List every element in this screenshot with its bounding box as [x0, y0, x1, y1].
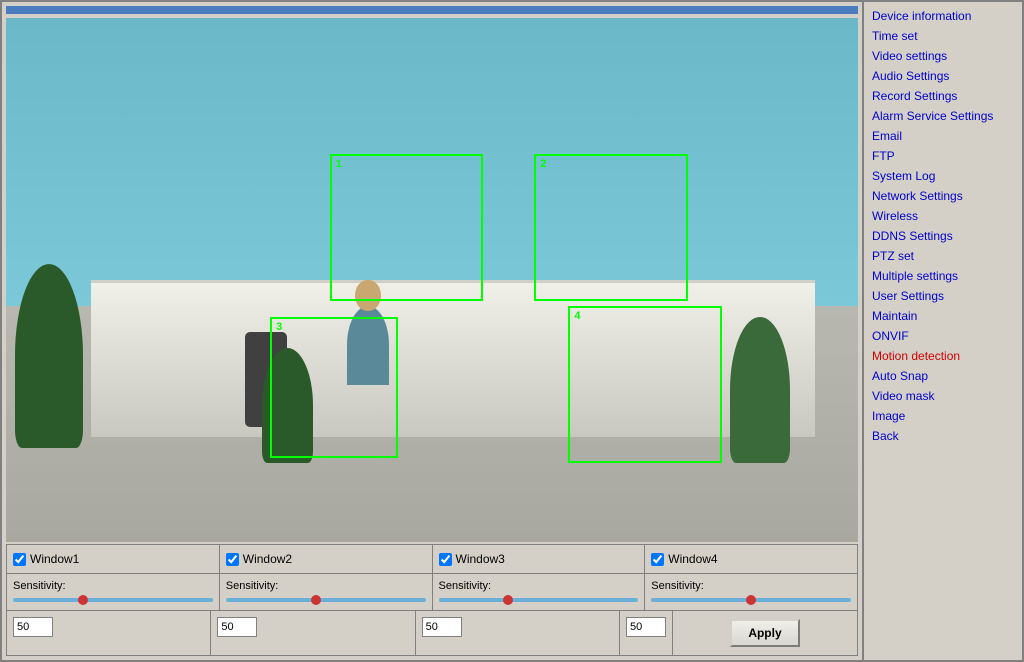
slider-cell-3: Sensitivity:: [433, 574, 646, 610]
window-label-4: Window4: [668, 552, 717, 566]
sidebar-item-2[interactable]: Video settings: [864, 46, 1022, 66]
sidebar-item-7[interactable]: FTP: [864, 146, 1022, 166]
slider-cell-2: Sensitivity:: [220, 574, 433, 610]
window-cell-2: Window2: [220, 545, 433, 573]
window-cell-3: Window3: [433, 545, 646, 573]
value-input-1[interactable]: [13, 617, 53, 637]
window-checkbox-2[interactable]: [226, 553, 239, 566]
window-label-3: Window3: [456, 552, 505, 566]
slider-thumb-2[interactable]: [311, 595, 321, 605]
sidebar-item-14[interactable]: User Settings: [864, 286, 1022, 306]
slider-cell-4: Sensitivity:: [645, 574, 857, 610]
window-checkbox-row-3: Window3: [439, 549, 639, 569]
slider-container-4: [651, 594, 851, 606]
sensitivity-label-2: Sensitivity:: [226, 578, 426, 594]
sidebar-item-20[interactable]: Image: [864, 406, 1022, 426]
sidebar-item-5[interactable]: Alarm Service Settings: [864, 106, 1022, 126]
sidebar-item-3[interactable]: Audio Settings: [864, 66, 1022, 86]
sidebar-item-12[interactable]: PTZ set: [864, 246, 1022, 266]
window-checkbox-3[interactable]: [439, 553, 452, 566]
scene-person-head: [355, 280, 381, 311]
slider-track-4[interactable]: [651, 598, 851, 602]
sidebar-item-16[interactable]: ONVIF: [864, 326, 1022, 346]
value-cell-2: [211, 611, 415, 655]
value-cell-1: [7, 611, 211, 655]
window-checkbox-1[interactable]: [13, 553, 26, 566]
slider-container-3: [439, 594, 639, 606]
sidebar-item-11[interactable]: DDNS Settings: [864, 226, 1022, 246]
value-input-4[interactable]: [626, 617, 666, 637]
scene-plant-left: [15, 264, 83, 447]
sensitivity-label-3: Sensitivity:: [439, 578, 639, 594]
sidebar-item-13[interactable]: Multiple settings: [864, 266, 1022, 286]
value-input-2[interactable]: [217, 617, 257, 637]
window-label-2: Window2: [243, 552, 292, 566]
controls-area: Window1 Window2 Window3 Window4 Sensitiv…: [6, 544, 858, 656]
value-cell-4: Apply: [620, 611, 857, 655]
sensitivity-label-4: Sensitivity:: [651, 578, 851, 594]
slider-track-1[interactable]: [13, 598, 213, 602]
camera-bg: 1234: [6, 18, 858, 542]
sidebar-item-19[interactable]: Video mask: [864, 386, 1022, 406]
scene-desk: [91, 280, 815, 437]
window-label-1: Window1: [30, 552, 79, 566]
sidebar-item-21[interactable]: Back: [864, 426, 1022, 446]
scene-wall-bg: [6, 18, 858, 306]
scene-plant-right: [730, 317, 790, 464]
window-checkbox-row-4: Window4: [651, 549, 851, 569]
scene-plant-bottom: [262, 348, 313, 463]
window-checkbox-4[interactable]: [651, 553, 664, 566]
sidebar-item-10[interactable]: Wireless: [864, 206, 1022, 226]
window-checkbox-row-2: Window2: [226, 549, 426, 569]
controls-row-3: Apply: [7, 611, 857, 655]
window-cell-1: Window1: [7, 545, 220, 573]
window-cell-4: Window4: [645, 545, 857, 573]
slider-track-3[interactable]: [439, 598, 639, 602]
slider-thumb-1[interactable]: [78, 595, 88, 605]
sidebar-item-18[interactable]: Auto Snap: [864, 366, 1022, 386]
controls-row-2: Sensitivity: Sensitivity: Sensitivity: S…: [7, 574, 857, 611]
scene-person: [347, 306, 390, 385]
controls-row-1: Window1 Window2 Window3 Window4: [7, 545, 857, 574]
sidebar-item-6[interactable]: Email: [864, 126, 1022, 146]
value-input-wrap-4: [620, 611, 672, 655]
sidebar-item-1[interactable]: Time set: [864, 26, 1022, 46]
slider-container-1: [13, 594, 213, 606]
sidebar-item-9[interactable]: Network Settings: [864, 186, 1022, 206]
slider-thumb-3[interactable]: [503, 595, 513, 605]
sensitivity-label-1: Sensitivity:: [13, 578, 213, 594]
title-bar: [6, 6, 858, 14]
sidebar-item-0[interactable]: Device information: [864, 6, 1022, 26]
main-container: 1234 Window1 Window2 Window3 Window4: [0, 0, 1024, 662]
sidebar-item-4[interactable]: Record Settings: [864, 86, 1022, 106]
value-cell-3: [416, 611, 620, 655]
apply-cell: Apply: [672, 611, 857, 655]
slider-thumb-4[interactable]: [746, 595, 756, 605]
sidebar: Device informationTime setVideo settings…: [862, 2, 1022, 660]
slider-track-2[interactable]: [226, 598, 426, 602]
window-checkbox-row-1: Window1: [13, 549, 213, 569]
sidebar-item-15[interactable]: Maintain: [864, 306, 1022, 326]
slider-container-2: [226, 594, 426, 606]
camera-feed: 1234: [6, 18, 858, 542]
value-input-3[interactable]: [422, 617, 462, 637]
slider-cell-1: Sensitivity:: [7, 574, 220, 610]
content-area: 1234 Window1 Window2 Window3 Window4: [2, 2, 862, 660]
sidebar-item-17[interactable]: Motion detection: [864, 346, 1022, 366]
apply-button[interactable]: Apply: [730, 619, 800, 647]
sidebar-item-8[interactable]: System Log: [864, 166, 1022, 186]
